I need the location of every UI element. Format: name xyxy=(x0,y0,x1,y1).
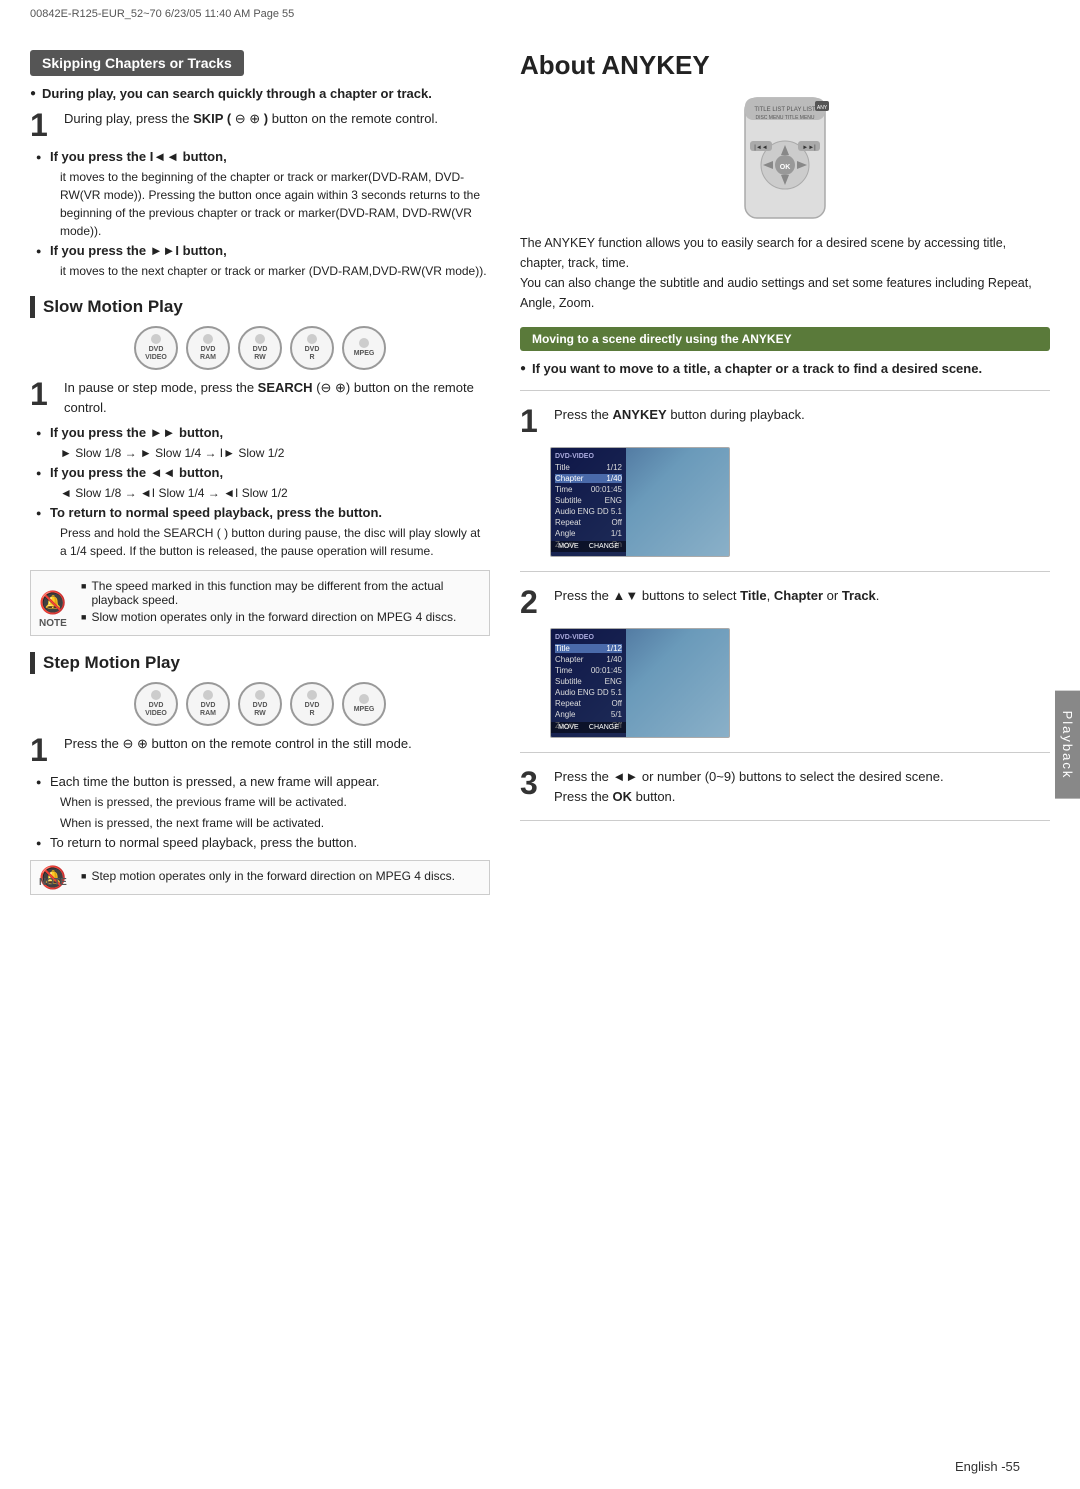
step-disc-dvd-rw: DVDRW xyxy=(238,682,282,726)
if-ff-text: ► Slow 1/8 → ► Slow 1/4 → I► Slow 1/2 xyxy=(30,444,490,462)
menu2-subtitle-row: SubtitleENG xyxy=(555,677,622,686)
note1-item1: The speed marked in this function may be… xyxy=(81,579,479,607)
menu-subtitle-row: SubtitleENG xyxy=(555,496,622,505)
menu-audio-row: AudioENG DD 5.1 xyxy=(555,507,622,516)
step-disc-dvd-video: DVDVIDEO xyxy=(134,682,178,726)
page-footer: English -55 xyxy=(955,1459,1020,1474)
if-rew-bullet: If you press the ◄◄ button, xyxy=(30,465,490,480)
step-bullet1c: When is pressed, the next frame will be … xyxy=(30,814,490,832)
menu-chapter-row: Chapter1/40 xyxy=(555,474,622,483)
step-motion-disc-icons: DVDVIDEO DVDRAM DVDRW DVDR MPEG xyxy=(30,682,490,726)
if-prev-text: it moves to the beginning of the chapter… xyxy=(30,168,490,240)
note-icon-1: 🔕 xyxy=(39,590,66,616)
right-column: About ANYKEY TITLE LIST PLAY LIST DISC M… xyxy=(520,50,1050,1459)
note-box-2: 🔕 Step motion operates only in the forwa… xyxy=(30,860,490,895)
step-bullet1: Each time the button is pressed, a new f… xyxy=(30,774,490,789)
step-motion-step1: 1 Press the ⊖ ⊕ button on the remote con… xyxy=(30,734,490,766)
slow-motion-bar xyxy=(30,296,35,318)
disc-dvd-ram: DVDRAM xyxy=(186,326,230,370)
about-anykey-title: About ANYKEY xyxy=(520,50,1050,81)
move-main-bullet: If you want to move to a title, a chapte… xyxy=(520,361,1050,376)
menu-footer-2: MOVECHANGE xyxy=(551,722,626,733)
step-bullet2: To return to normal speed playback, pres… xyxy=(30,835,490,850)
skip-section-banner: Skipping Chapters or Tracks xyxy=(30,50,244,76)
divider-2 xyxy=(520,571,1050,572)
svg-text:|◄◄: |◄◄ xyxy=(754,145,767,151)
disc-mpeg: MPEG xyxy=(342,326,386,370)
menu-time-row: Time00:01:45 xyxy=(555,485,622,494)
menu-angle-row: Angle1/1 xyxy=(555,529,622,538)
slow-hold-text: Press and hold the SEARCH ( ) button dur… xyxy=(30,524,490,560)
note2-item1: Step motion operates only in the forward… xyxy=(81,869,479,883)
remote-control-image: TITLE LIST PLAY LIST DISC MENU TITLE MEN… xyxy=(685,93,885,223)
slow-step1-block: 1 In pause or step mode, press the SEARC… xyxy=(30,378,490,417)
step-disc-dvd-r: DVDR xyxy=(290,682,334,726)
screen1-menu: DVD-VIDEO Title1/12 Chapter1/40 Time00:0… xyxy=(551,448,626,556)
return-normal-bullet: To return to normal speed playback, pres… xyxy=(30,505,490,520)
anykey-screen1: DVD-VIDEO Title1/12 Chapter1/40 Time00:0… xyxy=(550,447,730,557)
menu2-repeat-row: RepeatOff xyxy=(555,699,622,708)
step-disc-dvd-ram: DVDRAM xyxy=(186,682,230,726)
moving-scene-banner: Moving to a scene directly using the ANY… xyxy=(520,327,1050,351)
note-label-1: NOTE xyxy=(39,618,67,629)
if-ff-bullet: If you press the ►► button, xyxy=(30,425,490,440)
menu-title-row: Title1/12 xyxy=(555,463,622,472)
disc-dvd-rw: DVDRW xyxy=(238,326,282,370)
step-motion-bar xyxy=(30,652,35,674)
menu2-audio-row: AudioENG DD 5.1 xyxy=(555,688,622,697)
menu2-angle-row: Angle5/1 xyxy=(555,710,622,719)
svg-text:TITLE LIST PLAY LIST: TITLE LIST PLAY LIST xyxy=(754,107,816,113)
anykey-screen2: DVD-VIDEO Title1/12 Chapter1/40 Time00:0… xyxy=(550,628,730,738)
divider-4 xyxy=(520,820,1050,821)
divider-3 xyxy=(520,752,1050,753)
step-disc-mpeg: MPEG xyxy=(342,682,386,726)
anykey-desc1: The ANYKEY function allows you to easily… xyxy=(520,233,1050,313)
anykey-step1: 1 Press the ANYKEY button during playbac… xyxy=(520,405,1050,437)
step-bullet1b: When is pressed, the previous frame will… xyxy=(30,793,490,811)
page-header: 00842E-R125-EUR_52~70 6/23/05 11:40 AM P… xyxy=(30,8,294,20)
if-rew-text: ◄ Slow 1/8 → ◄I Slow 1/4 → ◄I Slow 1/2 xyxy=(30,484,490,502)
slow-motion-heading: Slow Motion Play xyxy=(30,296,490,318)
svg-text:ANY: ANY xyxy=(817,105,828,111)
screen2-menu: DVD-VIDEO Title1/12 Chapter1/40 Time00:0… xyxy=(551,629,626,737)
menu2-title-row: Title1/12 xyxy=(555,644,622,653)
skip-step-number: 1 xyxy=(30,109,54,141)
note1-item2: Slow motion operates only in the forward… xyxy=(81,610,479,624)
menu2-time-row: Time00:01:45 xyxy=(555,666,622,675)
anykey-step3: 3 Press the ◄► or number (0~9) buttons t… xyxy=(520,767,1050,806)
disc-dvd-video: DVDVIDEO xyxy=(134,326,178,370)
anykey-step2: 2 Press the ▲▼ buttons to select Title, … xyxy=(520,586,1050,618)
skip-step1-text: During play, press the SKIP ( ⊖ ⊕ ) butt… xyxy=(64,109,438,129)
menu-footer-1: MOVECHANGE xyxy=(551,541,626,552)
if-next-bullet: If you press the ►►I button, xyxy=(30,243,490,258)
skip-main-bullet: During play, you can search quickly thro… xyxy=(30,86,490,101)
divider-1 xyxy=(520,390,1050,391)
menu-repeat-row: RepeatOff xyxy=(555,518,622,527)
step-motion-heading: Step Motion Play xyxy=(30,652,490,674)
note-box-1: 🔕 The speed marked in this function may … xyxy=(30,570,490,636)
slow-motion-disc-icons: DVDVIDEO DVDRAM DVDRW DVDR MPEG xyxy=(30,326,490,370)
disc-dvd-r: DVDR xyxy=(290,326,334,370)
if-prev-bullet: If you press the I◄◄ button, xyxy=(30,149,490,164)
svg-text:DISC MENU TITLE MENU: DISC MENU TITLE MENU xyxy=(755,115,814,121)
skip-step1: 1 During play, press the SKIP ( ⊖ ⊕ ) bu… xyxy=(30,109,490,141)
if-next-text: it moves to the next chapter or track or… xyxy=(30,262,490,280)
note-label-2: NOTE xyxy=(39,877,67,888)
svg-text:OK: OK xyxy=(780,164,791,171)
menu2-chapter-row: Chapter1/40 xyxy=(555,655,622,664)
svg-text:►►|: ►►| xyxy=(802,145,816,151)
left-column: Skipping Chapters or Tracks During play,… xyxy=(30,50,490,1459)
playback-sidebar-tab: Playback xyxy=(1055,690,1080,799)
